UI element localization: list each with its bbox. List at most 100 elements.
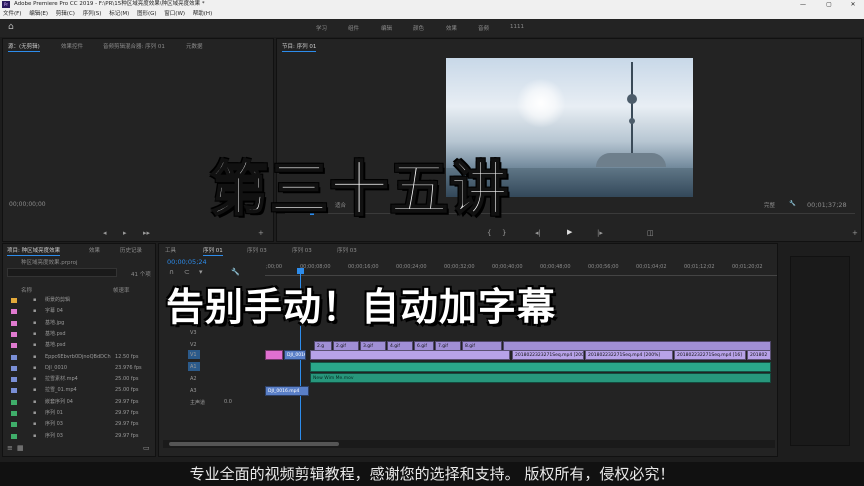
play-icon[interactable]: ▸: [123, 229, 127, 237]
workspace-audio[interactable]: 音频: [478, 24, 489, 32]
tab-metadata[interactable]: 元数据: [186, 42, 203, 50]
close-icon[interactable]: ✕: [842, 0, 864, 9]
new-item-icon[interactable]: ▭: [143, 444, 150, 452]
clip-video[interactable]: 201802232271Seq.mp4 [16]: [674, 350, 746, 360]
track-v2-label[interactable]: V2: [190, 342, 197, 348]
tab-sequence-03a[interactable]: 序列 03: [247, 246, 267, 254]
tab-source[interactable]: 源：(无剪辑): [8, 42, 40, 52]
clip-dji[interactable]: DJI_0016.mp4: [284, 350, 306, 360]
tab-sequence-01[interactable]: 序列 01: [203, 246, 223, 256]
menu-file[interactable]: 文件(F): [3, 11, 21, 17]
project-list-item[interactable]: ▪ 嵌套序列 04 29.97 fps: [5, 397, 155, 408]
tab-history[interactable]: 历史记录: [120, 246, 142, 254]
tab-sequence-03b[interactable]: 序列 03: [292, 246, 312, 254]
track-a3-label[interactable]: A3: [190, 388, 197, 394]
project-list-item[interactable]: ▪ 基地.psd: [5, 329, 155, 340]
project-list-item[interactable]: ▪ 序列 03 29.97 fps: [5, 419, 155, 430]
item-name: 街景的剪辑: [45, 297, 71, 303]
step-forward-icon[interactable]: |▸: [597, 229, 603, 237]
clip-audio-dji[interactable]: DJI_0016.mp4: [265, 386, 309, 396]
step-back-icon[interactable]: ◂|: [535, 229, 541, 237]
step-forward-icon[interactable]: ▸▸: [143, 229, 150, 237]
play-icon[interactable]: ▶: [567, 228, 572, 236]
mark-out-icon[interactable]: }: [502, 229, 506, 237]
wrench-icon[interactable]: 🔧: [231, 268, 240, 276]
lesson-subtitle: 告别手动！自动加字幕: [166, 285, 557, 329]
label-color-swatch: [11, 411, 17, 416]
menu-clip[interactable]: 剪辑(C): [56, 11, 75, 17]
workspace-custom[interactable]: 1111: [510, 24, 524, 30]
minimize-icon[interactable]: —: [792, 0, 814, 9]
project-list-item[interactable]: ▪ 拉雪_01.mp4 25.00 fps: [5, 385, 155, 396]
project-list-item[interactable]: ▪ DJI_0010 23.976 fps: [5, 363, 155, 374]
clip-video[interactable]: 201802: [747, 350, 771, 360]
source-timecode: 00;00;00;00: [9, 201, 46, 208]
project-list-item[interactable]: ▪ 序列 01 29.97 fps: [5, 408, 155, 419]
label-color-swatch: [11, 399, 17, 405]
add-button-icon[interactable]: +: [258, 229, 264, 237]
track-v1-label[interactable]: V1: [190, 352, 197, 358]
timeline-timecode[interactable]: 00;00;05;24: [167, 258, 207, 266]
clip-video[interactable]: 201802232271Seq.mp4 [200%]: [585, 350, 673, 360]
file-icon: ▪: [33, 421, 37, 428]
project-list-item[interactable]: ▪ 序列 03 29.97 fps: [5, 431, 155, 442]
export-frame-icon[interactable]: ◫: [647, 229, 654, 237]
list-view-icon[interactable]: ≡: [7, 444, 13, 452]
tab-program[interactable]: 节目: 序列 01: [282, 42, 317, 52]
column-fps[interactable]: 帧速率: [113, 286, 130, 294]
project-list-item[interactable]: ▪ 基地.jpg: [5, 318, 155, 329]
linked-selection-icon[interactable]: ⊂: [184, 268, 190, 276]
menu-edit[interactable]: 编辑(E): [29, 11, 48, 17]
workspace-effects[interactable]: 效果: [446, 24, 457, 32]
maximize-icon[interactable]: ▢: [818, 0, 840, 9]
clip-title[interactable]: [265, 350, 283, 360]
menu-graphics[interactable]: 图形(G): [137, 11, 157, 17]
clip-v1-base[interactable]: [310, 350, 510, 360]
project-list-item[interactable]: ▪ 街景的剪辑: [5, 295, 155, 306]
project-list-item[interactable]: ▪ Eppc6Ebvrb0DjnoQBdDCh 12.50 fps: [5, 352, 155, 363]
item-name: 基地.psd: [45, 342, 66, 349]
workspace-learn[interactable]: 学习: [316, 24, 327, 32]
tab-effect-controls[interactable]: 效果控件: [61, 42, 83, 50]
add-button-icon[interactable]: +: [852, 229, 858, 237]
item-name: 基地.jpg: [45, 319, 65, 326]
icon-view-icon[interactable]: ▦: [17, 444, 24, 452]
workspace-editing[interactable]: 编辑: [381, 24, 392, 32]
workspace-assembly[interactable]: 组件: [348, 24, 359, 32]
step-back-icon[interactable]: ◂: [103, 229, 107, 237]
scrollbar-thumb[interactable]: [169, 442, 339, 446]
clip-audio-a2[interactable]: New Wim Me.mov: [310, 373, 771, 383]
tab-audio-mixer[interactable]: 音频剪辑混合器: 序列 01: [103, 42, 165, 50]
column-name[interactable]: 名称: [21, 286, 32, 294]
project-list-item[interactable]: ▪ 基地.psd: [5, 340, 155, 351]
ruler-label: 00;00;40;00: [492, 264, 523, 270]
track-a2-label[interactable]: A2: [190, 376, 197, 382]
home-icon[interactable]: ⌂: [8, 23, 18, 32]
quality-dropdown[interactable]: 完整: [764, 201, 775, 209]
menu-window[interactable]: 窗口(W): [164, 11, 185, 17]
mark-in-icon[interactable]: {: [487, 229, 491, 237]
menu-sequence[interactable]: 序列(S): [83, 11, 102, 17]
label-color-swatch: [11, 320, 17, 326]
master-value[interactable]: 0.0: [224, 399, 232, 405]
search-input[interactable]: [7, 268, 117, 277]
item-fps: 25.00 fps: [115, 376, 139, 383]
tab-effects[interactable]: 效果: [89, 246, 100, 254]
tab-project[interactable]: 项目: 种区域亮度效果: [7, 246, 61, 256]
tab-tools[interactable]: 工具: [165, 246, 176, 254]
clip-audio-a1[interactable]: [310, 362, 771, 372]
track-a1-label[interactable]: A1: [190, 364, 197, 370]
menu-help[interactable]: 帮助(H): [193, 11, 212, 17]
snap-icon[interactable]: ∩: [169, 268, 174, 276]
project-list-item[interactable]: ▪ 字幕 04: [5, 306, 155, 317]
ruler-label: 00;00;48;00: [540, 264, 571, 270]
add-marker-icon[interactable]: ▾: [199, 268, 203, 276]
workspace-color[interactable]: 颜色: [413, 24, 424, 32]
tab-sequence-03c[interactable]: 序列 03: [337, 246, 357, 254]
program-duration: 00;01;37;28: [807, 201, 847, 209]
menu-bar: 文件(F) 编辑(E) 剪辑(C) 序列(S) 标记(M) 图形(G) 窗口(W…: [0, 9, 864, 19]
project-list-item[interactable]: ▪ 拉雪素材.mp4 25.00 fps: [5, 374, 155, 385]
wrench-icon[interactable]: 🔧: [789, 201, 796, 207]
clip-video[interactable]: 2018022323271Seq.mp4 [200%]: [512, 350, 584, 360]
menu-marker[interactable]: 标记(M): [109, 11, 129, 17]
